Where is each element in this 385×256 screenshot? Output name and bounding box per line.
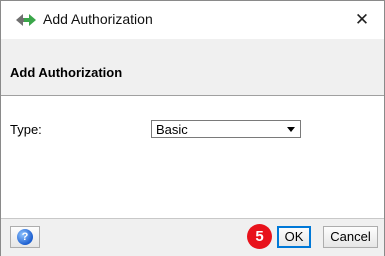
type-dropdown[interactable]: Basic <box>151 120 301 138</box>
title-bar: Add Authorization ✕ <box>1 1 384 39</box>
dialog-footer: ? 5 OK Cancel <box>1 218 384 256</box>
window-title: Add Authorization <box>43 11 153 27</box>
chevron-down-icon <box>287 127 295 132</box>
dialog-heading: Add Authorization <box>10 65 123 80</box>
dialog-content: Type: Basic <box>1 96 384 218</box>
dialog-header: Add Authorization <box>1 39 384 96</box>
help-icon: ? <box>17 229 33 245</box>
close-icon: ✕ <box>354 10 370 29</box>
diamond-arrows-icon <box>16 14 36 26</box>
step-badge: 5 <box>247 224 272 249</box>
add-authorization-dialog: Add Authorization ✕ Add Authorization Ty… <box>0 0 385 256</box>
help-button[interactable]: ? <box>10 226 40 248</box>
type-dropdown-value: Basic <box>156 122 188 137</box>
type-label: Type: <box>10 122 42 137</box>
close-button[interactable]: ✕ <box>340 1 384 39</box>
cancel-button[interactable]: Cancel <box>323 226 378 248</box>
ok-button[interactable]: OK <box>277 226 311 248</box>
